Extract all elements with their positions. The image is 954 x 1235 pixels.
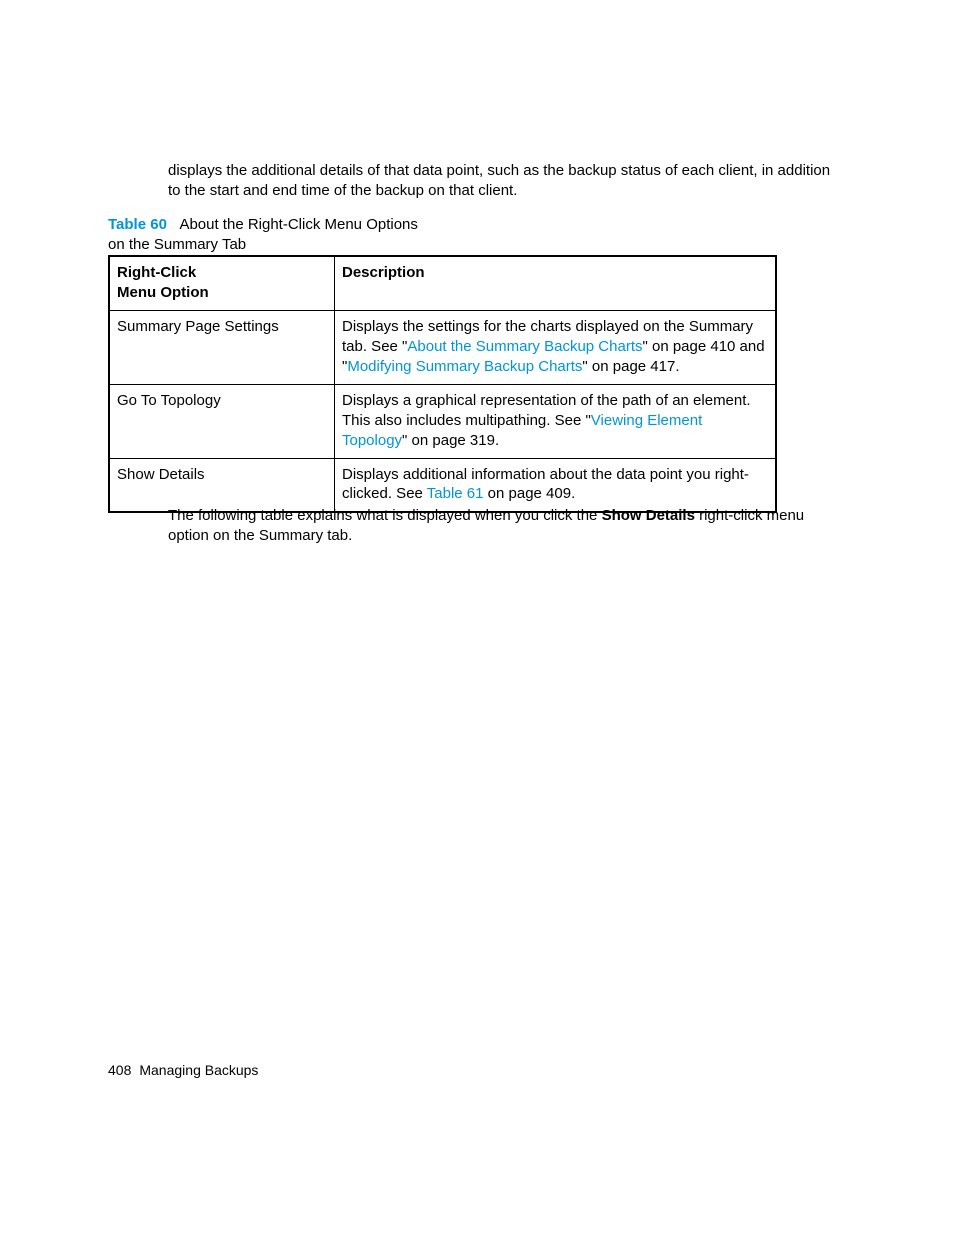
table-header-row: Right-Click Menu Option Description xyxy=(109,256,776,310)
link-about-summary-backup-charts[interactable]: About the Summary Backup Charts xyxy=(407,338,642,355)
link-modifying-summary-backup-charts[interactable]: Modifying Summary Backup Charts xyxy=(347,358,582,375)
table-caption: Table 60 About the Right-Click Menu Opti… xyxy=(108,215,508,254)
description-cell: Displays a graphical representation of t… xyxy=(335,384,777,458)
table-row: Go To Topology Displays a graphical repr… xyxy=(109,384,776,458)
header-col1-line1: Right-Click xyxy=(117,264,196,281)
header-col1: Right-Click Menu Option xyxy=(109,256,335,310)
link-table-61[interactable]: Table 61 xyxy=(427,485,484,502)
description-cell: Displays additional information about th… xyxy=(335,458,777,512)
desc-text: " on page 417. xyxy=(582,358,679,375)
page-footer: 408 Managing Backups xyxy=(108,1062,258,1078)
page-container: displays the additional details of that … xyxy=(0,0,954,1235)
table-caption-label: Table 60 xyxy=(108,216,167,233)
table-row: Show Details Displays additional informa… xyxy=(109,458,776,512)
table-caption-title-line2: on the Summary Tab xyxy=(108,236,246,253)
following-text-part1: The following table explains what is dis… xyxy=(168,507,602,524)
menu-options-table: Right-Click Menu Option Description Summ… xyxy=(108,255,777,513)
option-cell: Show Details xyxy=(109,458,335,512)
option-cell: Go To Topology xyxy=(109,384,335,458)
following-paragraph: The following table explains what is dis… xyxy=(168,506,841,547)
page-number: 408 xyxy=(108,1062,131,1078)
intro-paragraph: displays the additional details of that … xyxy=(168,161,841,202)
desc-text: on page 409. xyxy=(484,485,576,502)
option-cell: Summary Page Settings xyxy=(109,310,335,384)
header-col1-line2: Menu Option xyxy=(117,284,209,301)
table-row: Summary Page Settings Displays the setti… xyxy=(109,310,776,384)
section-title: Managing Backups xyxy=(139,1062,258,1078)
table-caption-title-line1: About the Right-Click Menu Options xyxy=(179,216,417,233)
description-cell: Displays the settings for the charts dis… xyxy=(335,310,777,384)
following-bold: Show Details xyxy=(602,507,695,524)
desc-text: " on page 319. xyxy=(402,432,499,449)
header-col2: Description xyxy=(335,256,777,310)
